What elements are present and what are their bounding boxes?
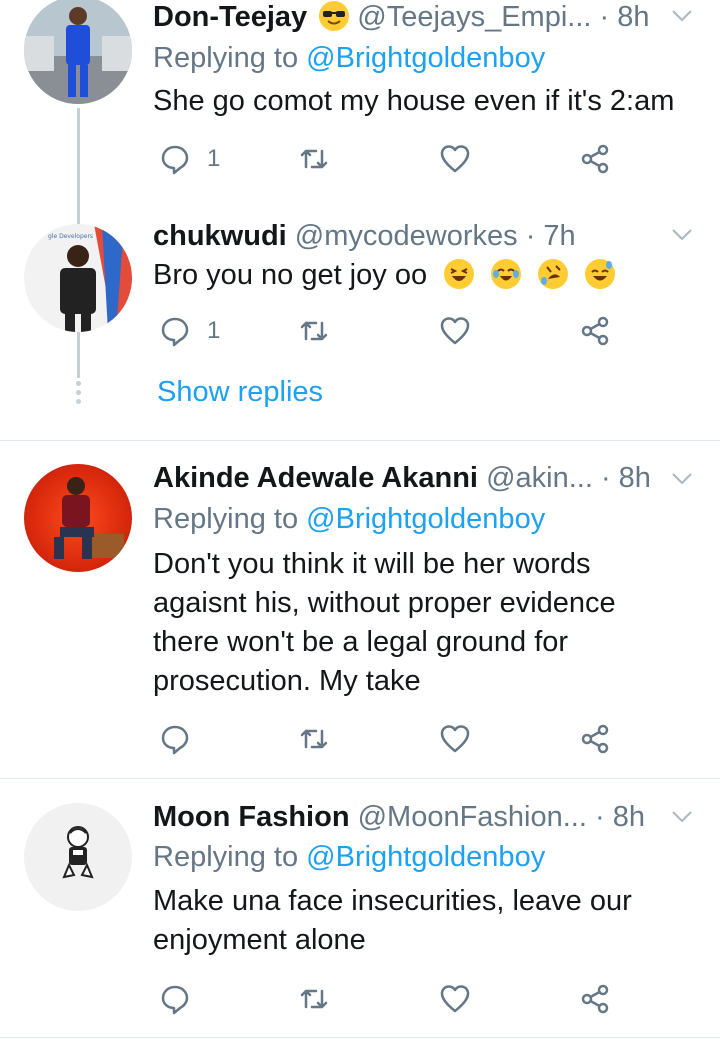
reply-button[interactable]: 1 (159, 311, 220, 351)
share-button[interactable] (579, 311, 611, 351)
replying-to: Replying to @Brightgoldenboy (153, 41, 545, 75)
mention-link[interactable]: @Brightgoldenboy (306, 503, 545, 535)
like-icon (440, 145, 470, 173)
share-icon (581, 144, 609, 174)
tweet-actions (153, 979, 623, 1019)
reply-icon (161, 985, 189, 1015)
display-name[interactable]: Don-Teejay (153, 1, 307, 33)
timestamp[interactable]: · 7h (526, 220, 576, 252)
chevron-down-icon[interactable] (670, 4, 694, 28)
tweet-header: Don-Teejay @Teejays_Empi... · 8h (153, 0, 680, 34)
like-icon (440, 725, 470, 753)
display-name[interactable]: chukwudi (153, 220, 287, 252)
reply-count: 1 (207, 145, 221, 172)
share-button[interactable] (579, 139, 611, 179)
like-icon (440, 985, 470, 1013)
user-handle[interactable]: @Teejays_Empi... (357, 1, 591, 33)
svg-text:gle Developers: gle Developers (48, 233, 93, 240)
tweet-actions (153, 719, 623, 759)
like-button[interactable] (439, 311, 487, 351)
replying-to: Replying to @Brightgoldenboy (153, 502, 545, 536)
tweet-header: chukwudi @mycodeworkes · 7h (153, 219, 680, 253)
reply-button[interactable] (159, 719, 207, 759)
sunglasses-emoji-icon (319, 1, 350, 32)
grinning-squinting-emoji-icon (444, 259, 475, 290)
chevron-down-icon[interactable] (670, 467, 694, 491)
mention-link[interactable]: @Brightgoldenboy (306, 42, 545, 74)
reply-button[interactable]: 1 (159, 139, 220, 179)
tweet-header: Moon Fashion @MoonFashion... · 8h (153, 800, 680, 834)
tweet-1[interactable]: Don-Teejay @Teejays_Empi... · 8h Replyin… (0, 0, 720, 210)
retweet-button[interactable] (298, 311, 346, 351)
tweet-text: She go comot my house even if it's 2:am (153, 85, 675, 117)
share-icon (581, 984, 609, 1014)
chevron-down-icon[interactable] (670, 805, 694, 829)
retweet-button[interactable] (298, 979, 346, 1019)
timestamp[interactable]: · 8h (600, 1, 650, 33)
user-handle[interactable]: @akin... (486, 462, 593, 494)
tweet-text: Don't you think it will be her words aga… (153, 548, 616, 697)
avatar[interactable] (24, 0, 132, 104)
avatar[interactable]: gle Developers (24, 224, 132, 332)
user-handle[interactable]: @mycodeworkes (295, 220, 518, 252)
retweet-icon (300, 149, 328, 169)
avatar[interactable] (24, 803, 132, 911)
thread-line (77, 108, 80, 210)
sweat-smile-emoji-icon (585, 259, 616, 290)
show-replies-link[interactable]: Show replies (157, 376, 323, 409)
retweet-button[interactable] (298, 719, 346, 759)
chevron-down-icon[interactable] (670, 223, 694, 247)
like-icon (440, 317, 470, 345)
like-button[interactable] (439, 719, 487, 759)
tweet-text-content: Bro you no get joy oo (153, 259, 428, 291)
tweet-text: Make una face insecurities, leave our en… (153, 885, 632, 956)
tears-of-joy-emoji-icon (491, 259, 522, 290)
tweet-2[interactable]: gle Developers chukwudi @mycodeworkes · … (0, 210, 720, 441)
reply-icon (161, 725, 189, 755)
display-name[interactable]: Akinde Adewale Akanni (153, 462, 478, 494)
rolling-laughing-emoji-icon (538, 259, 569, 290)
tweet-actions: 1 (153, 139, 623, 179)
reply-count: 1 (207, 317, 221, 344)
like-button[interactable] (439, 139, 487, 179)
replying-to-label: Replying to (153, 42, 307, 74)
share-icon (581, 724, 609, 754)
share-button[interactable] (579, 719, 611, 759)
thread-line (77, 332, 80, 378)
reply-icon (161, 145, 189, 175)
share-icon (581, 316, 609, 346)
tweet-header: Akinde Adewale Akanni @akin... · 8h (153, 461, 680, 495)
replying-to-label: Replying to (153, 841, 307, 873)
timestamp[interactable]: · 8h (595, 801, 645, 833)
tweet-3[interactable]: Akinde Adewale Akanni @akin... · 8h Repl… (0, 441, 720, 778)
display-name[interactable]: Moon Fashion (153, 801, 350, 833)
replying-to-label: Replying to (153, 503, 307, 535)
reply-button[interactable] (159, 979, 207, 1019)
reply-icon (161, 317, 189, 347)
retweet-icon (300, 321, 328, 341)
timestamp[interactable]: · 8h (601, 462, 651, 494)
retweet-button[interactable] (298, 139, 346, 179)
user-handle[interactable]: @MoonFashion... (358, 801, 587, 833)
replying-to: Replying to @Brightgoldenboy (153, 840, 545, 874)
mention-link[interactable]: @Brightgoldenboy (306, 841, 545, 873)
avatar[interactable] (24, 464, 132, 572)
share-button[interactable] (579, 979, 611, 1019)
like-button[interactable] (439, 979, 487, 1019)
retweet-icon (300, 989, 328, 1009)
thread-more-dots (76, 381, 81, 408)
tweet-text: Bro you no get joy oo (153, 256, 713, 295)
separator (0, 1037, 720, 1038)
tweet-4[interactable]: Moon Fashion @MoonFashion... · 8h Replyi… (0, 779, 720, 1039)
thread-line (77, 210, 80, 224)
tweet-actions: 1 (153, 311, 623, 351)
retweet-icon (300, 729, 328, 749)
